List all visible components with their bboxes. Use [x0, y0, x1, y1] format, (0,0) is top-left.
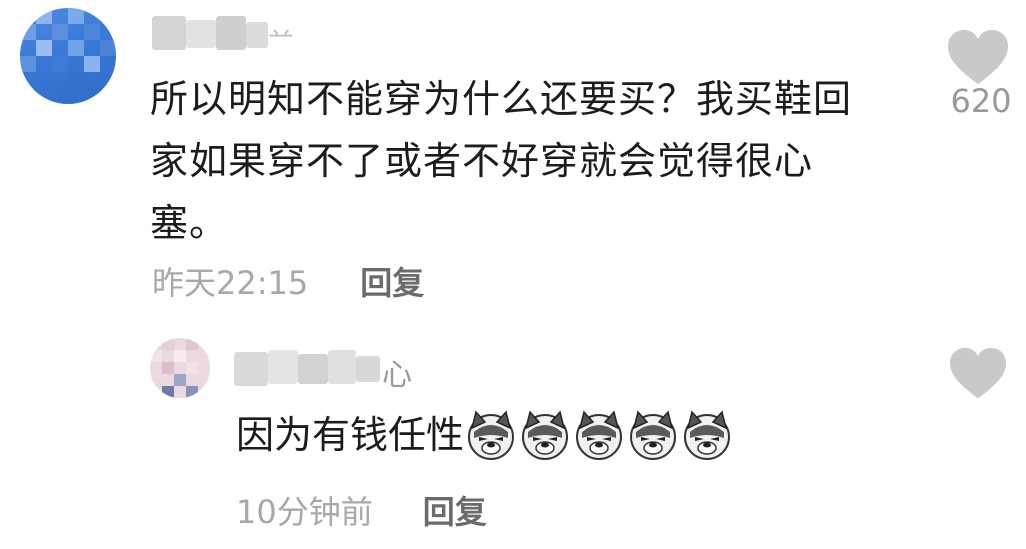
- username-suffix: 䒑: [268, 22, 295, 52]
- doge-emoji-icon: [630, 410, 677, 460]
- comment-text: 所以明知不能穿为什么还要买？我买鞋回家如果穿不了或者不好穿就会觉得很心塞。: [150, 77, 853, 245]
- avatar[interactable]: [20, 8, 116, 104]
- doge-emoji-icon: [684, 410, 731, 460]
- reply-username[interactable]: 心: [234, 350, 424, 393]
- comment-meta: 昨天22:15 回复: [152, 258, 424, 304]
- reply-timestamp: 10分钟前: [236, 493, 373, 531]
- heart-icon: [948, 30, 1008, 84]
- doge-emoji-icon: [576, 410, 623, 460]
- reply-reply-button[interactable]: 回复: [423, 487, 487, 533]
- reply-username-suffix: 心: [382, 358, 412, 393]
- heart-icon: [950, 347, 1006, 399]
- reply-like-button[interactable]: [948, 346, 1008, 402]
- reply-button[interactable]: 回复: [360, 258, 424, 304]
- reply-text: 因为有钱任性: [236, 413, 465, 457]
- timestamp: 昨天22:15: [152, 264, 309, 302]
- doge-emoji-icon: [468, 410, 515, 460]
- username[interactable]: 䒑: [152, 16, 295, 52]
- like-button[interactable]: [946, 28, 1010, 88]
- reply-meta: 10分钟前 回复: [236, 488, 487, 532]
- emoji-group: [466, 410, 736, 460]
- doge-emoji-icon: [522, 410, 569, 460]
- like-count: 620: [950, 82, 1012, 120]
- comment-item: 䒑 所以明知不能穿为什么还要买？我买鞋回家如果穿不了或者不好穿就会觉得很心塞。 …: [0, 0, 1026, 320]
- reply-avatar[interactable]: [150, 338, 210, 398]
- reply-comment: 因为有钱任性: [236, 408, 736, 462]
